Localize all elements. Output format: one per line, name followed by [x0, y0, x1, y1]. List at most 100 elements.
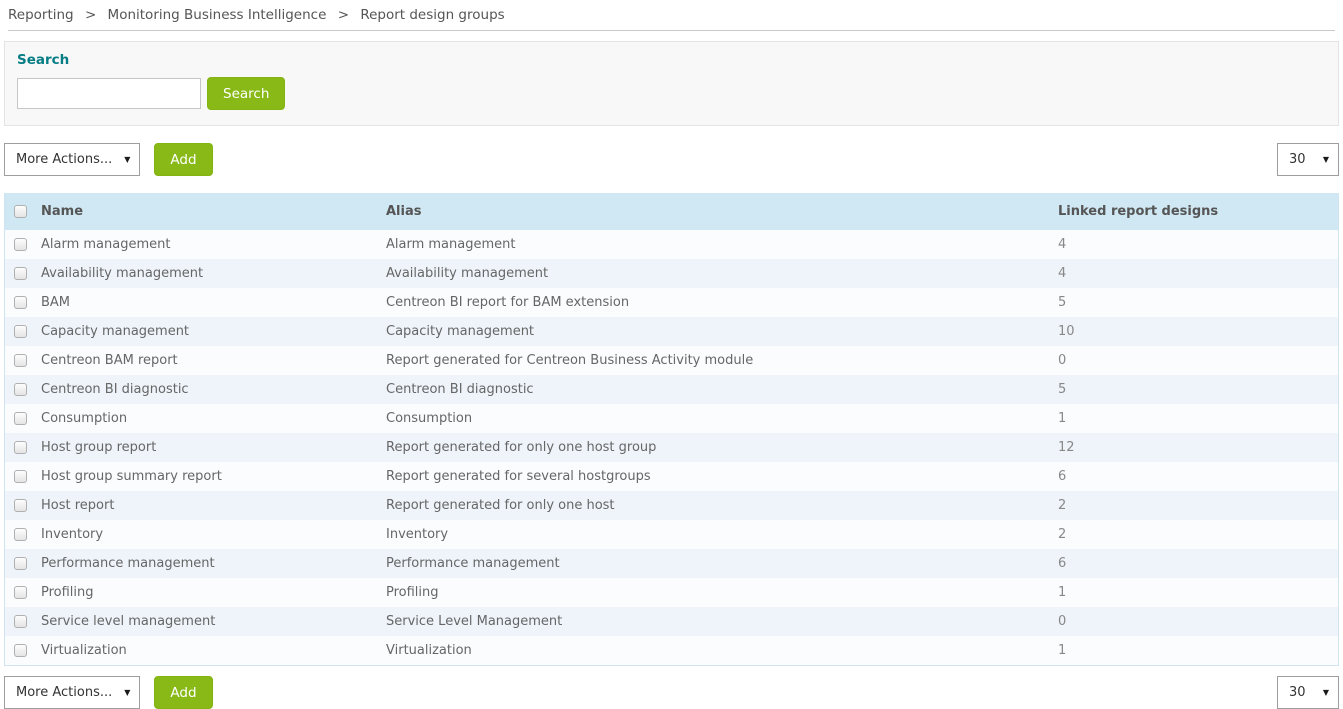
table-row: Capacity management Capacity management … [5, 317, 1338, 346]
row-name: Virtualization [35, 636, 386, 665]
row-alias: Service Level Management [386, 607, 1058, 636]
more-actions-select[interactable]: More Actions... ▼ [4, 143, 140, 176]
chevron-down-icon: ▼ [1323, 688, 1329, 697]
row-linked-count: 10 [1058, 317, 1338, 346]
search-section-title: Search [17, 52, 1326, 68]
row-alias: Report generated for several hostgroups [386, 462, 1058, 491]
breadcrumb-item-reporting[interactable]: Reporting [8, 7, 74, 23]
table-row: Consumption Consumption 1 [5, 404, 1338, 433]
table-row: BAM Centreon BI report for BAM extension… [5, 288, 1338, 317]
breadcrumb-separator: > [338, 7, 349, 23]
row-alias: Centreon BI diagnostic [386, 375, 1058, 404]
row-checkbox[interactable] [14, 528, 27, 541]
row-checkbox[interactable] [14, 644, 27, 657]
row-name: Profiling [35, 578, 386, 607]
breadcrumb-item-report-design-groups: Report design groups [360, 7, 504, 23]
page-size-value: 30 [1289, 685, 1306, 700]
row-linked-count: 4 [1058, 259, 1338, 288]
column-header-name[interactable]: Name [35, 193, 386, 230]
row-checkbox[interactable] [14, 238, 27, 251]
table-row: Alarm management Alarm management 4 [5, 230, 1338, 259]
row-name: Consumption [35, 404, 386, 433]
row-alias: Capacity management [386, 317, 1058, 346]
table-row: Profiling Profiling 1 [5, 578, 1338, 607]
row-name: Inventory [35, 520, 386, 549]
row-checkbox[interactable] [14, 557, 27, 570]
chevron-down-icon: ▼ [1323, 155, 1329, 164]
table-body: Alarm management Alarm management 4 Avai… [5, 230, 1338, 665]
table-row: Centreon BI diagnostic Centreon BI diagn… [5, 375, 1338, 404]
page-size-value: 30 [1289, 152, 1306, 167]
row-name: Host group summary report [35, 462, 386, 491]
row-name: Capacity management [35, 317, 386, 346]
row-checkbox[interactable] [14, 586, 27, 599]
breadcrumb-item-monitoring-bi[interactable]: Monitoring Business Intelligence [108, 7, 327, 23]
table-row: Host group report Report generated for o… [5, 433, 1338, 462]
search-panel: Search Search [4, 41, 1339, 126]
row-checkbox[interactable] [14, 354, 27, 367]
breadcrumb-separator: > [85, 7, 96, 23]
row-name: Availability management [35, 259, 386, 288]
chevron-down-icon: ▼ [124, 155, 130, 164]
row-checkbox[interactable] [14, 470, 27, 483]
row-checkbox[interactable] [14, 296, 27, 309]
table-row: Service level management Service Level M… [5, 607, 1338, 636]
page-size-select[interactable]: 30 ▼ [1277, 676, 1339, 709]
row-linked-count: 2 [1058, 520, 1338, 549]
row-linked-count: 4 [1058, 230, 1338, 259]
row-linked-count: 6 [1058, 462, 1338, 491]
report-design-groups-table: Name Alias Linked report designs Alarm m… [4, 193, 1339, 666]
row-linked-count: 1 [1058, 636, 1338, 665]
page-size-select[interactable]: 30 ▼ [1277, 143, 1339, 176]
row-alias: Report generated for Centreon Business A… [386, 346, 1058, 375]
more-actions-label: More Actions... [16, 152, 112, 167]
breadcrumb: Reporting > Monitoring Business Intellig… [0, 0, 1343, 30]
row-checkbox[interactable] [14, 383, 27, 396]
chevron-down-icon: ▼ [124, 688, 130, 697]
row-linked-count: 1 [1058, 578, 1338, 607]
row-name: BAM [35, 288, 386, 317]
row-alias: Performance management [386, 549, 1058, 578]
table-row: Centreon BAM report Report generated for… [5, 346, 1338, 375]
row-checkbox[interactable] [14, 499, 27, 512]
row-checkbox[interactable] [14, 325, 27, 338]
row-name: Host report [35, 491, 386, 520]
table-row: Performance management Performance manag… [5, 549, 1338, 578]
row-linked-count: 12 [1058, 433, 1338, 462]
row-alias: Report generated for only one host group [386, 433, 1058, 462]
row-linked-count: 0 [1058, 607, 1338, 636]
row-linked-count: 5 [1058, 375, 1338, 404]
row-checkbox[interactable] [14, 441, 27, 454]
column-header-linked[interactable]: Linked report designs [1058, 193, 1338, 230]
row-alias: Consumption [386, 404, 1058, 433]
row-checkbox[interactable] [14, 267, 27, 280]
row-checkbox[interactable] [14, 412, 27, 425]
search-button[interactable]: Search [207, 77, 285, 110]
row-name: Performance management [35, 549, 386, 578]
select-all-checkbox[interactable] [14, 205, 27, 218]
search-input[interactable] [17, 78, 201, 109]
more-actions-label: More Actions... [16, 685, 112, 700]
add-button[interactable]: Add [154, 143, 212, 176]
breadcrumb-divider [8, 30, 1335, 31]
row-name: Alarm management [35, 230, 386, 259]
table-row: Host report Report generated for only on… [5, 491, 1338, 520]
row-checkbox[interactable] [14, 615, 27, 628]
row-alias: Profiling [386, 578, 1058, 607]
toolbar-top: More Actions... ▼ Add 30 ▼ [4, 143, 1339, 176]
table-header-row: Name Alias Linked report designs [5, 193, 1338, 230]
table-row: Availability management Availability man… [5, 259, 1338, 288]
add-button[interactable]: Add [154, 676, 212, 709]
row-linked-count: 1 [1058, 404, 1338, 433]
table-row: Inventory Inventory 2 [5, 520, 1338, 549]
row-name: Service level management [35, 607, 386, 636]
table-row: Virtualization Virtualization 1 [5, 636, 1338, 665]
row-name: Centreon BI diagnostic [35, 375, 386, 404]
row-name: Centreon BAM report [35, 346, 386, 375]
row-linked-count: 6 [1058, 549, 1338, 578]
row-name: Host group report [35, 433, 386, 462]
row-alias: Inventory [386, 520, 1058, 549]
more-actions-select[interactable]: More Actions... ▼ [4, 676, 140, 709]
row-linked-count: 5 [1058, 288, 1338, 317]
column-header-alias[interactable]: Alias [386, 193, 1058, 230]
